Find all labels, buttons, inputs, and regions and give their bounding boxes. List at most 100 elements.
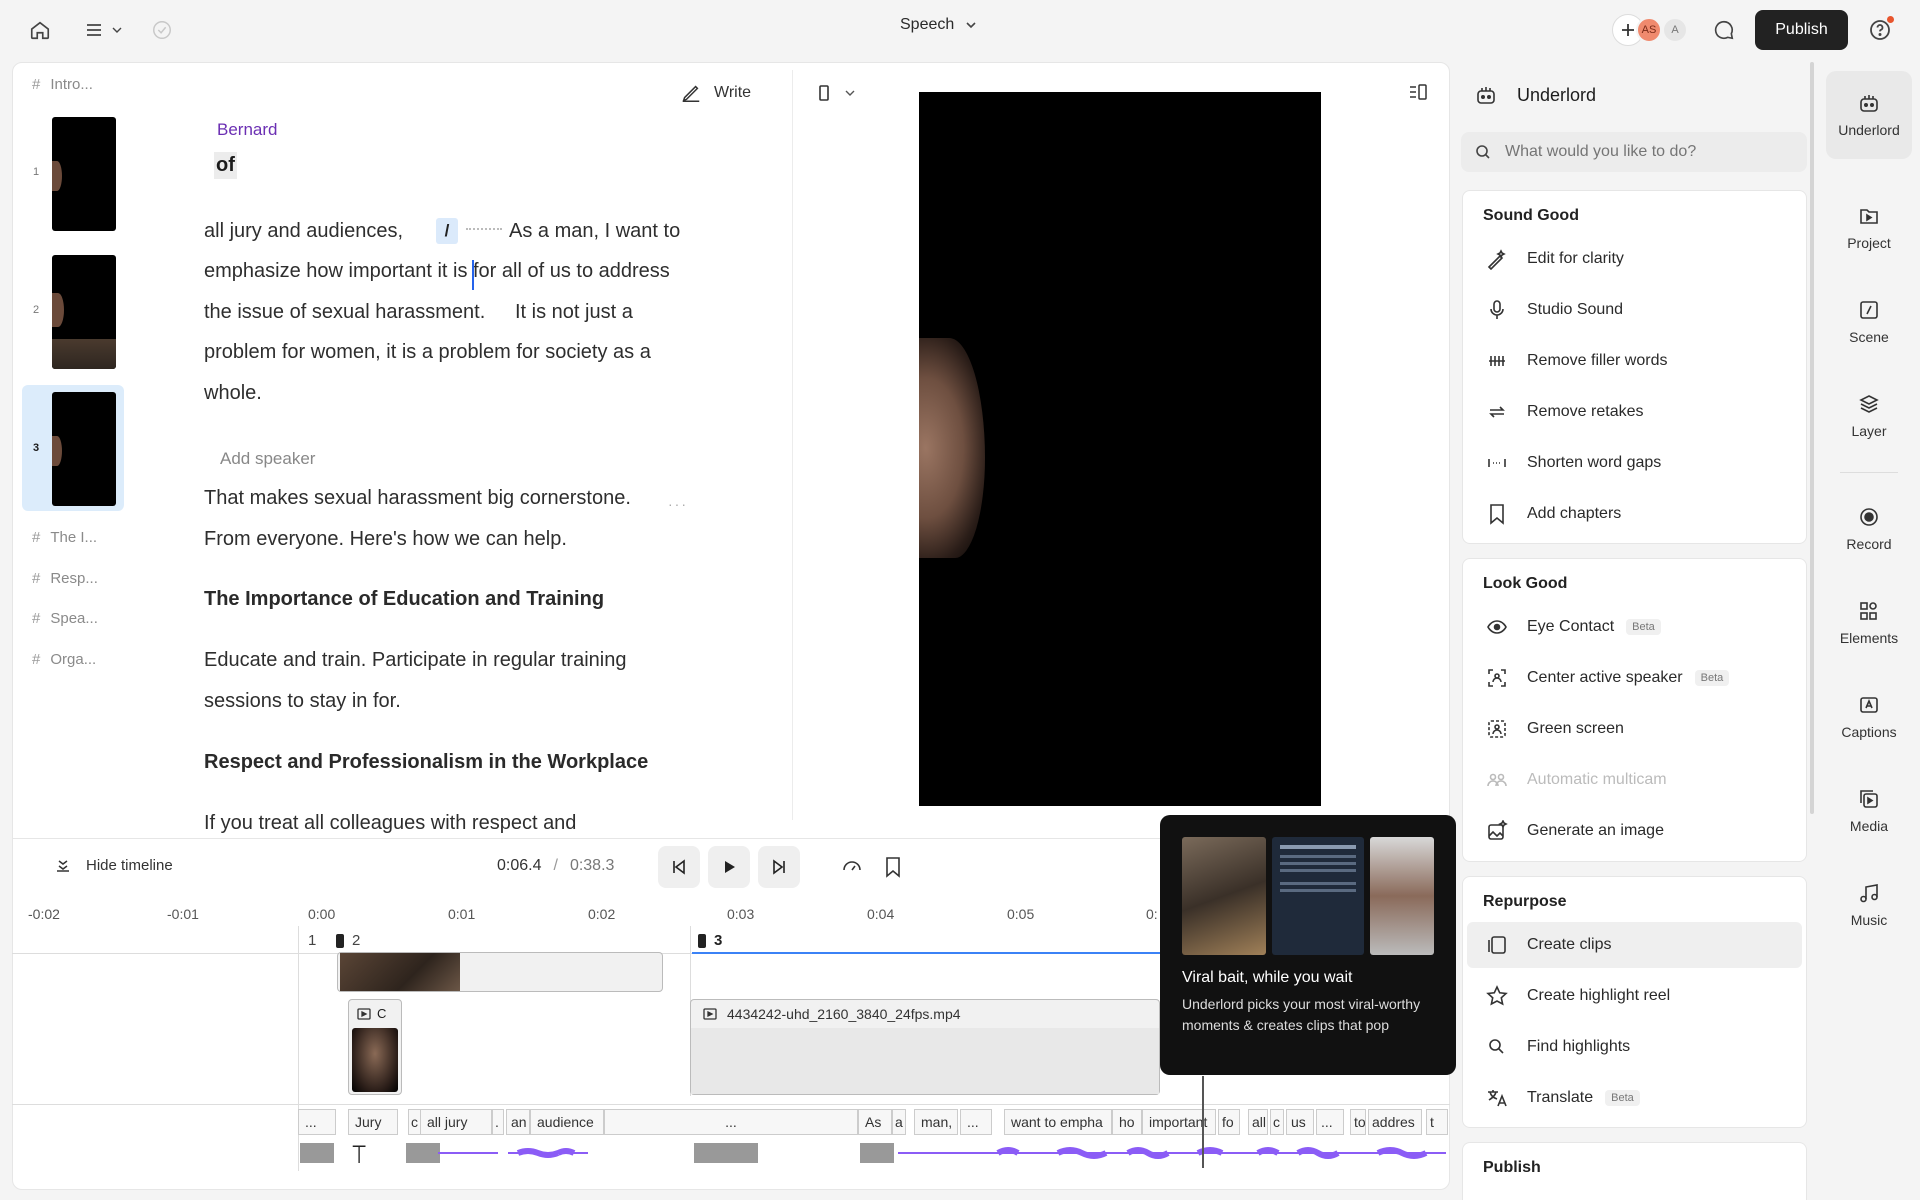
loop-icon[interactable] bbox=[840, 856, 864, 878]
sidebar-item-scene[interactable]: Scene bbox=[1826, 278, 1912, 366]
skip-back-button[interactable] bbox=[658, 846, 700, 888]
sidebar-item-project[interactable]: Project bbox=[1826, 184, 1912, 272]
transcript-line[interactable]: That makes sexual harassment big corners… bbox=[204, 478, 631, 518]
hide-timeline-button[interactable]: Hide timeline bbox=[54, 856, 173, 874]
toggle-panel-icon[interactable] bbox=[1408, 82, 1428, 102]
more-icon[interactable]: ··· bbox=[668, 496, 688, 512]
video-clip[interactable]: C bbox=[348, 999, 402, 1095]
speaker-label[interactable]: Bernard bbox=[217, 120, 277, 140]
word-chip[interactable]: a bbox=[892, 1109, 906, 1135]
avatar[interactable]: AS bbox=[1636, 17, 1662, 43]
transcript-line[interactable]: It is not just a bbox=[515, 292, 633, 332]
word-chip[interactable]: all jury bbox=[420, 1109, 492, 1135]
add-speaker-button[interactable]: Add speaker bbox=[220, 449, 315, 469]
image-clip[interactable] bbox=[337, 952, 663, 992]
sidebar-item-underlord[interactable]: Underlord bbox=[1826, 71, 1912, 159]
edit-for-clarity-item[interactable]: Edit for clarity bbox=[1467, 236, 1802, 282]
word-chip[interactable]: addres bbox=[1368, 1109, 1422, 1135]
word-chip[interactable]: man, bbox=[914, 1109, 958, 1135]
transcript-line[interactable]: emphasize how important it is for all of… bbox=[204, 251, 670, 291]
slash-command-chip[interactable]: / bbox=[436, 218, 458, 244]
transcript-line[interactable]: whole. bbox=[204, 373, 262, 413]
word-chip[interactable]: c bbox=[1270, 1109, 1284, 1135]
sidebar-item-record[interactable]: Record bbox=[1826, 485, 1912, 573]
studio-sound-item[interactable]: Studio Sound bbox=[1467, 287, 1802, 333]
scene-thumbnail[interactable] bbox=[52, 117, 116, 231]
video-preview[interactable] bbox=[919, 92, 1321, 806]
word-chip[interactable]: want to empha bbox=[1004, 1109, 1112, 1135]
sidebar-item-elements[interactable]: Elements bbox=[1826, 579, 1912, 667]
playhead[interactable] bbox=[1202, 1076, 1204, 1168]
toc-item-orga[interactable]: # Orga... bbox=[32, 651, 96, 668]
translate-item[interactable]: Translate Beta bbox=[1467, 1075, 1802, 1121]
word-chip[interactable]: ... bbox=[1316, 1109, 1344, 1135]
word-chip[interactable]: ... bbox=[298, 1109, 336, 1135]
word-chip[interactable]: fo bbox=[1218, 1109, 1240, 1135]
word-chip[interactable]: audience bbox=[530, 1109, 604, 1135]
avatar[interactable]: A bbox=[1662, 17, 1688, 43]
word-chip[interactable]: As bbox=[858, 1109, 892, 1135]
transcript-line[interactable]: the issue of sexual harassment. bbox=[204, 292, 485, 332]
chapter-heading[interactable]: Respect and Professionalism in the Workp… bbox=[204, 751, 648, 774]
word-chip[interactable]: all bbox=[1248, 1109, 1268, 1135]
search-input[interactable] bbox=[1505, 143, 1785, 161]
toc-item-the[interactable]: # The I... bbox=[32, 529, 97, 546]
project-title-switcher[interactable]: Speech bbox=[900, 16, 978, 34]
word-chip[interactable]: an bbox=[506, 1109, 530, 1135]
add-chapters-item[interactable]: Add chapters bbox=[1467, 491, 1802, 537]
transcript-line[interactable]: From everyone. Here's how we can help. bbox=[204, 519, 567, 559]
scene-thumbnail[interactable] bbox=[52, 255, 116, 369]
word-chip[interactable]: important bbox=[1142, 1109, 1216, 1135]
word-chip[interactable]: ho bbox=[1112, 1109, 1142, 1135]
word-chip[interactable]: to bbox=[1350, 1109, 1366, 1135]
toc-item-spea[interactable]: # Spea... bbox=[32, 610, 98, 627]
transcript-line[interactable]: problem for women, it is a problem for s… bbox=[204, 332, 651, 372]
home-icon[interactable] bbox=[24, 14, 56, 46]
toc-item-intro[interactable]: # Intro... bbox=[32, 76, 93, 93]
scene-thumbnail[interactable] bbox=[52, 392, 116, 506]
transcript-line[interactable]: As a man, I want to bbox=[509, 211, 680, 251]
aspect-ratio-dropdown[interactable] bbox=[818, 84, 856, 102]
create-highlight-reel-item[interactable]: Create highlight reel bbox=[1467, 973, 1802, 1019]
skip-forward-button[interactable] bbox=[758, 846, 800, 888]
bookmark-icon[interactable] bbox=[884, 856, 902, 878]
audio-waveform[interactable] bbox=[298, 1139, 1448, 1167]
play-button[interactable] bbox=[708, 846, 750, 888]
toc-item-resp[interactable]: # Resp... bbox=[32, 570, 98, 587]
transcript-line[interactable]: Educate and train. Participate in regula… bbox=[204, 640, 626, 680]
publish-button[interactable]: Publish bbox=[1755, 10, 1848, 50]
scene-label-2[interactable]: 2 bbox=[336, 932, 360, 949]
word-chip[interactable]: . bbox=[492, 1109, 504, 1135]
generate-image-item[interactable]: Generate an image bbox=[1467, 808, 1802, 854]
scrollbar[interactable] bbox=[1810, 62, 1814, 814]
transcript-line[interactable]: all jury and audiences, bbox=[204, 211, 403, 251]
center-active-speaker-item[interactable]: Center active speaker Beta bbox=[1467, 655, 1802, 701]
write-mode-button[interactable]: Write bbox=[680, 82, 751, 104]
remove-filler-words-item[interactable]: Remove filler words bbox=[1467, 338, 1802, 384]
sidebar-item-music[interactable]: Music bbox=[1826, 861, 1912, 949]
sidebar-item-layer[interactable]: Layer bbox=[1826, 372, 1912, 460]
shorten-word-gaps-item[interactable]: Shorten word gaps bbox=[1467, 440, 1802, 486]
underlord-search[interactable] bbox=[1461, 132, 1807, 172]
scene-label-3[interactable]: 3 bbox=[698, 932, 722, 949]
word-chip[interactable]: ... bbox=[960, 1109, 992, 1135]
remove-retakes-item[interactable]: Remove retakes bbox=[1467, 389, 1802, 435]
green-screen-item[interactable]: Green screen bbox=[1467, 706, 1802, 752]
word-chip[interactable]: Jury bbox=[348, 1109, 398, 1135]
scene-label[interactable]: 1 bbox=[308, 932, 316, 949]
menu-icon[interactable] bbox=[80, 14, 126, 46]
chapter-heading[interactable]: The Importance of Education and Training bbox=[204, 588, 604, 611]
eye-contact-item[interactable]: Eye Contact Beta bbox=[1467, 604, 1802, 650]
word-chip[interactable]: ... bbox=[604, 1109, 858, 1135]
word-chip[interactable]: us bbox=[1286, 1109, 1314, 1135]
find-highlights-item[interactable]: Find highlights bbox=[1467, 1024, 1802, 1070]
help-icon[interactable] bbox=[1864, 14, 1896, 46]
sidebar-item-captions[interactable]: Captions bbox=[1826, 673, 1912, 761]
transcript-line[interactable]: sessions to stay in for. bbox=[204, 681, 401, 721]
create-clips-item[interactable]: Create clips bbox=[1467, 922, 1802, 968]
comment-icon[interactable] bbox=[1708, 14, 1740, 46]
transcript-line[interactable]: If you treat all colleagues with respect… bbox=[204, 803, 576, 843]
word-chip[interactable]: t bbox=[1426, 1109, 1448, 1135]
sidebar-item-media[interactable]: Media bbox=[1826, 767, 1912, 855]
word[interactable]: of bbox=[214, 152, 237, 179]
